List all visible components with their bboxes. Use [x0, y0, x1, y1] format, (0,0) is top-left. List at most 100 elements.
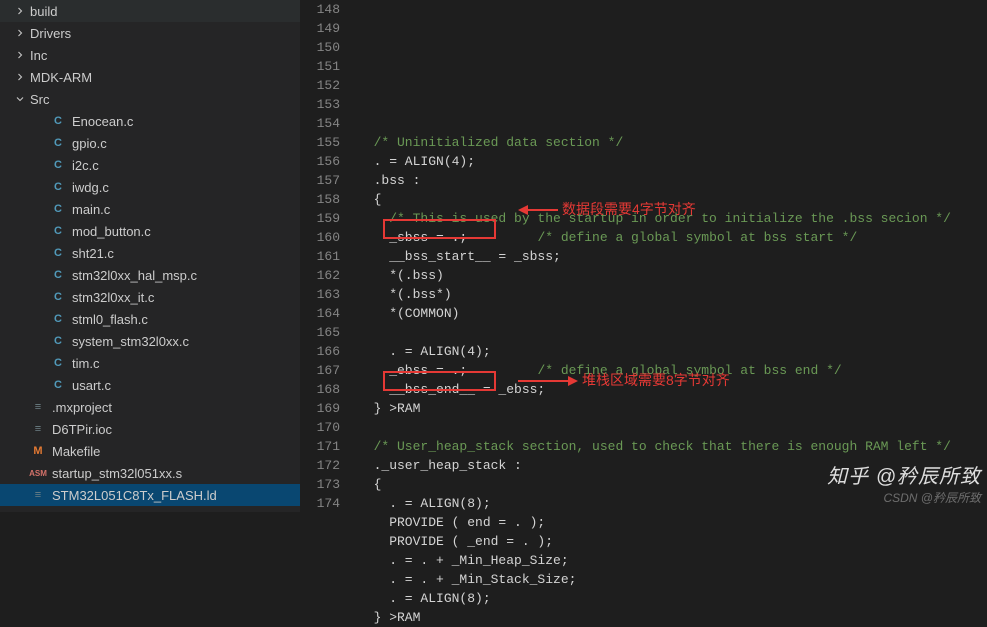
tree-item-label: D6TPir.ioc — [52, 422, 112, 437]
file-type-icon: ≡ — [30, 487, 46, 503]
line-number-gutter: 1481491501511521531541551561571581591601… — [300, 0, 358, 512]
code-line: . = . + _Min_Stack_Size; — [358, 570, 987, 589]
folder-item[interactable]: Inc — [0, 44, 300, 66]
line-number: 150 — [300, 38, 340, 57]
code-line: ._user_heap_stack : — [358, 456, 987, 475]
line-number: 148 — [300, 0, 340, 19]
file-item[interactable]: ASMstartup_stm32l051xx.s — [0, 462, 300, 484]
tree-item-label: STM32L051C8Tx_FLASH.ld — [52, 488, 217, 503]
line-number: 154 — [300, 114, 340, 133]
code-line: . = ALIGN(8); — [358, 494, 987, 513]
tree-item-label: main.c — [72, 202, 110, 217]
file-item[interactable]: Cmod_button.c — [0, 220, 300, 242]
line-number: 169 — [300, 399, 340, 418]
code-line: .bss : — [358, 171, 987, 190]
file-type-icon: C — [50, 135, 66, 151]
file-item[interactable]: Ciwdg.c — [0, 176, 300, 198]
tree-item-label: .mxproject — [52, 400, 112, 415]
chevron-down-icon — [12, 91, 28, 107]
code-line: _sbss = .; /* define a global symbol at … — [358, 228, 987, 247]
file-item[interactable]: Csystem_stm32l0xx.c — [0, 330, 300, 352]
code-line: /* Uninitialized data section */ — [358, 133, 987, 152]
file-type-icon: C — [50, 179, 66, 195]
line-number: 152 — [300, 76, 340, 95]
code-content[interactable]: 数据段需要4字节对齐 堆栈区域需要8字节对齐 /* Uninitialized … — [358, 0, 987, 512]
tree-item-label: startup_stm32l051xx.s — [52, 466, 182, 481]
tree-item-label: stml0_flash.c — [72, 312, 148, 327]
line-number: 151 — [300, 57, 340, 76]
folder-item[interactable]: MDK-ARM — [0, 66, 300, 88]
file-type-icon: C — [50, 377, 66, 393]
tree-item-label: Enocean.c — [72, 114, 133, 129]
file-item[interactable]: Cstm32l0xx_hal_msp.c — [0, 264, 300, 286]
chevron-right-icon — [12, 25, 28, 41]
line-number: 155 — [300, 133, 340, 152]
chevron-right-icon — [12, 69, 28, 85]
code-line — [358, 418, 987, 437]
file-item[interactable]: Cstm32l0xx_it.c — [0, 286, 300, 308]
tree-item-label: system_stm32l0xx.c — [72, 334, 189, 349]
file-type-icon: C — [50, 289, 66, 305]
file-type-icon: C — [50, 223, 66, 239]
code-line: __bss_end__ = _ebss; — [358, 380, 987, 399]
line-number: 162 — [300, 266, 340, 285]
line-number: 158 — [300, 190, 340, 209]
file-item[interactable]: Cusart.c — [0, 374, 300, 396]
folder-item[interactable]: Src — [0, 88, 300, 110]
file-item[interactable]: Cmain.c — [0, 198, 300, 220]
line-number: 173 — [300, 475, 340, 494]
tree-item-label: tim.c — [72, 356, 99, 371]
tree-item-label: Inc — [30, 48, 47, 63]
file-type-icon: C — [50, 201, 66, 217]
file-item[interactable]: Ci2c.c — [0, 154, 300, 176]
line-number: 156 — [300, 152, 340, 171]
file-item[interactable]: MMakefile — [0, 440, 300, 462]
code-line: *(COMMON) — [358, 304, 987, 323]
tree-item-label: Makefile — [52, 444, 100, 459]
file-type-icon: ≡ — [30, 399, 46, 415]
file-item[interactable]: ≡ .mxproject — [0, 396, 300, 418]
code-line: /* This is used by the startup in order … — [358, 209, 987, 228]
file-type-icon: C — [50, 333, 66, 349]
file-item[interactable]: Cgpio.c — [0, 132, 300, 154]
line-number: 161 — [300, 247, 340, 266]
code-line: . = ALIGN(4); — [358, 342, 987, 361]
file-type-icon: C — [50, 311, 66, 327]
line-number: 168 — [300, 380, 340, 399]
code-line — [358, 114, 987, 133]
file-item[interactable]: Csht21.c — [0, 242, 300, 264]
tree-item-label: stm32l0xx_it.c — [72, 290, 154, 305]
line-number: 166 — [300, 342, 340, 361]
code-line: . = ALIGN(8); — [358, 589, 987, 608]
line-number: 159 — [300, 209, 340, 228]
code-line: . = ALIGN(4); — [358, 152, 987, 171]
code-line: . = . + _Min_Heap_Size; — [358, 551, 987, 570]
code-line: } >RAM — [358, 399, 987, 418]
editor[interactable]: 1481491501511521531541551561571581591601… — [300, 0, 987, 512]
tree-item-label: usart.c — [72, 378, 111, 393]
file-item[interactable]: Ctim.c — [0, 352, 300, 374]
code-line: /* User_heap_stack section, used to chec… — [358, 437, 987, 456]
file-type-icon: ≡ — [30, 421, 46, 437]
line-number: 171 — [300, 437, 340, 456]
tree-item-label: Src — [30, 92, 50, 107]
line-number: 157 — [300, 171, 340, 190]
file-item[interactable]: Cstml0_flash.c — [0, 308, 300, 330]
code-line: *(.bss) — [358, 266, 987, 285]
tree-item-label: sht21.c — [72, 246, 114, 261]
file-item[interactable]: CEnocean.c — [0, 110, 300, 132]
folder-item[interactable]: build — [0, 0, 300, 22]
code-line: *(.bss*) — [358, 285, 987, 304]
line-number: 174 — [300, 494, 340, 513]
folder-item[interactable]: Drivers — [0, 22, 300, 44]
file-item[interactable]: ≡ STM32L051C8Tx_FLASH.ld — [0, 484, 300, 506]
tree-item-label: stm32l0xx_hal_msp.c — [72, 268, 197, 283]
tree-item-label: build — [30, 4, 57, 19]
line-number: 167 — [300, 361, 340, 380]
tree-item-label: mod_button.c — [72, 224, 151, 239]
file-item[interactable]: ≡ D6TPir.ioc — [0, 418, 300, 440]
file-explorer[interactable]: buildDriversIncMDK-ARMSrcCEnocean.cCgpio… — [0, 0, 300, 512]
tree-item-label: gpio.c — [72, 136, 107, 151]
file-type-icon: C — [50, 267, 66, 283]
code-line: { — [358, 190, 987, 209]
